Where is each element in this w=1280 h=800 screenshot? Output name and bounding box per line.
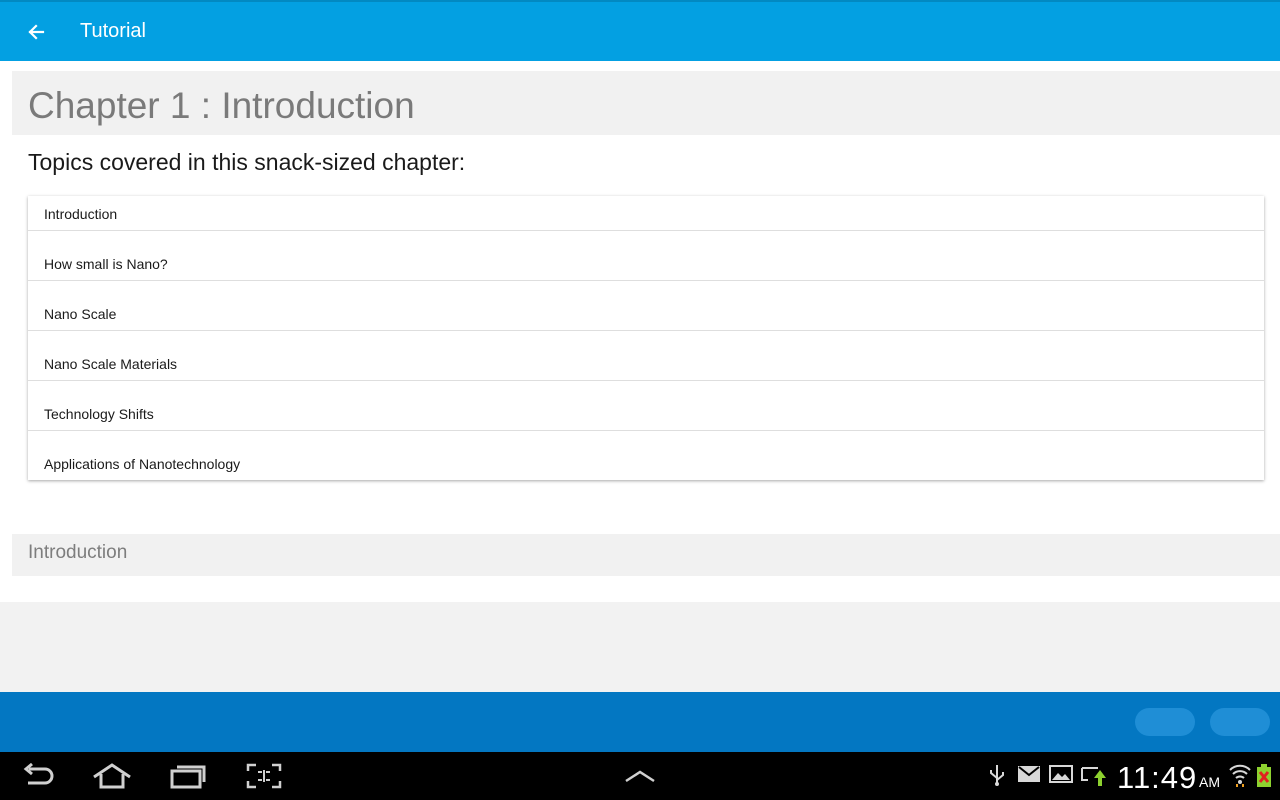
topic-item-introduction[interactable]: Introduction (28, 196, 1264, 231)
topic-item-nano-scale[interactable]: Nano Scale (28, 281, 1264, 331)
back-icon (23, 763, 54, 785)
topic-label: How small is Nano? (44, 256, 168, 272)
topic-label: Nano Scale (44, 306, 117, 322)
chapter-header: Chapter 1 : Introduction (12, 71, 1280, 135)
home-icon (93, 763, 131, 789)
chevron-up-icon (625, 770, 655, 783)
topic-label: Nano Scale Materials (44, 356, 178, 372)
topic-label: Applications of Nanotechnology (44, 456, 241, 472)
topics-heading: Topics covered in this snack-sized chapt… (28, 149, 466, 175)
previous-button[interactable] (1135, 708, 1195, 736)
system-screenshot-button[interactable] (242, 760, 286, 792)
app-bar: Tutorial (0, 0, 1280, 61)
usb-icon (988, 764, 1006, 786)
clock-time: 11:49 (1117, 760, 1198, 795)
topic-item-applications[interactable]: Applications of Nanotechnology (28, 431, 1264, 480)
system-recent-apps-button[interactable] (166, 760, 210, 792)
recent-apps-icon (170, 765, 206, 789)
back-button[interactable] (20, 16, 52, 48)
clock-ampm: AM (1199, 774, 1220, 790)
topic-label: Technology Shifts (44, 406, 154, 422)
page-title: Tutorial (80, 20, 146, 42)
topic-item-nano-scale-materials[interactable]: Nano Scale Materials (28, 331, 1264, 381)
system-back-button[interactable] (16, 760, 60, 792)
system-menu-button[interactable] (618, 760, 662, 792)
mail-icon (1017, 764, 1041, 784)
topic-label: Introduction (44, 206, 118, 222)
topic-item-technology-shifts[interactable]: Technology Shifts (28, 381, 1264, 431)
bottom-bar (0, 692, 1280, 752)
arrow-left-icon (28, 24, 45, 40)
screenshot-icon (246, 763, 282, 789)
gallery-icon (1049, 764, 1073, 784)
next-button[interactable] (1210, 708, 1270, 736)
content-footer-area (0, 602, 1280, 692)
system-home-button[interactable] (90, 760, 134, 792)
section-header: Introduction (12, 534, 1280, 576)
battery-icon (1256, 764, 1272, 788)
content-area: Chapter 1 : Introduction Topics covered … (0, 61, 1280, 692)
wifi-icon (1228, 762, 1252, 788)
chapter-title: Chapter 1 : Introduction (28, 85, 415, 126)
section-title: Introduction (28, 542, 128, 563)
topics-list: Introduction How small is Nano? Nano Sca… (28, 196, 1264, 480)
topic-item-how-small-is-nano[interactable]: How small is Nano? (28, 231, 1264, 281)
system-navigation-bar: 11:49 AM (0, 752, 1280, 800)
sync-icon (1080, 764, 1108, 788)
